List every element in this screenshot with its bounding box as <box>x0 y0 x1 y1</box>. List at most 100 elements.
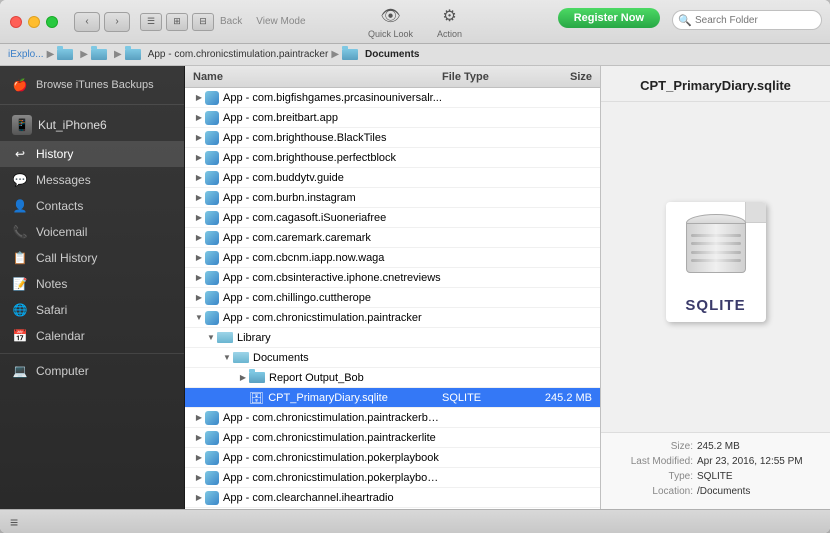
list-view-button[interactable]: ☰ <box>140 13 162 31</box>
breadcrumb-level1[interactable] <box>57 49 77 60</box>
table-row[interactable]: ▶ App - com.burbn.instagram <box>185 188 600 208</box>
call-history-icon: 📋 <box>12 250 28 266</box>
column-view-button[interactable]: ⊞ <box>166 13 188 31</box>
table-row[interactable]: ▶ App - com.brighthouse.BlackTiles <box>185 128 600 148</box>
traffic-lights <box>10 16 58 28</box>
search-box: 🔍 <box>672 10 822 30</box>
table-row[interactable]: ▶ App - com.clearchannel.iheartradio <box>185 488 600 508</box>
app-icon <box>205 211 219 225</box>
breadcrumb-iexplorer[interactable]: iExplo... <box>8 49 44 60</box>
file-name: App - com.chronicstimulation.paintracker… <box>223 432 442 444</box>
table-row[interactable]: ▶ App - com.breitbart.app <box>185 108 600 128</box>
expand-arrow[interactable]: ▶ <box>237 372 249 384</box>
expand-arrow[interactable]: ▶ <box>193 172 205 184</box>
table-row[interactable]: ▶ App - com.cbsinteractive.iphone.cnetre… <box>185 268 600 288</box>
table-row[interactable]: ▶ App - com.chronicstimulation.pokerplay… <box>185 448 600 468</box>
expand-arrow <box>237 392 249 404</box>
expand-arrow[interactable]: ▶ <box>193 92 205 104</box>
sidebar-item-call-history[interactable]: 📋 Call History <box>0 245 184 271</box>
minimize-button[interactable] <box>28 16 40 28</box>
table-row[interactable]: 🗄 CPT_PrimaryDiary.sqlite SQLITE 245.2 M… <box>185 388 600 408</box>
table-row[interactable]: ▶ App - com.brighthouse.perfectblock <box>185 148 600 168</box>
table-row[interactable]: ▶ App - com.buddytv.guide <box>185 168 600 188</box>
expand-arrow[interactable]: ▶ <box>193 232 205 244</box>
expand-arrow[interactable]: ▶ <box>193 472 205 484</box>
breadcrumb-documents[interactable]: Documents <box>342 49 419 60</box>
expand-arrow[interactable]: ▼ <box>221 352 233 364</box>
meta-type-row: Type: SQLITE <box>613 471 818 482</box>
menu-icon[interactable]: ≡ <box>10 514 18 530</box>
quick-look-button[interactable]: 👁 Quick Look <box>368 5 413 39</box>
close-button[interactable] <box>10 16 22 28</box>
sidebar-item-notes[interactable]: 📝 Notes <box>0 271 184 297</box>
expand-arrow[interactable]: ▶ <box>193 492 205 504</box>
table-row[interactable]: ▶ App - com.chronicstimulation.paintrack… <box>185 408 600 428</box>
expand-arrow[interactable]: ▶ <box>193 412 205 424</box>
table-row[interactable]: ▶ App - com.chronicstimulation.paintrack… <box>185 428 600 448</box>
forward-button[interactable]: › <box>104 12 130 32</box>
sidebar-item-history[interactable]: ↩ History <box>0 141 184 167</box>
sidebar-item-safari[interactable]: 🌐 Safari <box>0 297 184 323</box>
file-area: Name File Type Size ▶ App - com.bigfishg… <box>185 66 600 509</box>
file-name: App - com.buddytv.guide <box>223 172 442 184</box>
titlebar: ‹ › ☰ ⊞ ⊟ Back View Mode 👁 Quick Look ⚙ … <box>0 0 830 44</box>
preview-panel: CPT_PrimaryDiary.sqlite <box>600 66 830 509</box>
expand-arrow[interactable]: ▶ <box>193 112 205 124</box>
action-button[interactable]: ⚙ Action <box>437 5 462 39</box>
expand-arrow[interactable]: ▶ <box>193 292 205 304</box>
maximize-button[interactable] <box>46 16 58 28</box>
icon-view-button[interactable]: ⊟ <box>192 13 214 31</box>
breadcrumb-sep-4: ▶ <box>331 49 339 60</box>
voicemail-icon: 📞 <box>12 224 28 240</box>
table-row[interactable]: ▶ App - com.cagasoft.iSuoneriafree <box>185 208 600 228</box>
expand-arrow[interactable]: ▼ <box>205 332 217 344</box>
table-row[interactable]: ▶ Report Output_Bob <box>185 368 600 388</box>
expand-arrow[interactable]: ▶ <box>193 432 205 444</box>
app-icon <box>205 471 219 485</box>
sidebar-item-contacts[interactable]: 👤 Contacts <box>0 193 184 219</box>
sidebar-contacts-label: Contacts <box>36 199 83 213</box>
browse-icon: 🍎 <box>12 77 28 93</box>
app-icon <box>205 271 219 285</box>
breadcrumb-level2[interactable] <box>91 49 111 60</box>
expand-arrow[interactable]: ▶ <box>193 152 205 164</box>
expand-arrow[interactable]: ▶ <box>193 212 205 224</box>
preview-icon-area: SQLITE <box>601 102 830 432</box>
device-icon: 📱 <box>12 115 32 135</box>
expand-arrow[interactable]: ▶ <box>193 272 205 284</box>
expand-arrow[interactable]: ▶ <box>193 192 205 204</box>
table-row[interactable]: ▶ App - com.caremark.caremark <box>185 228 600 248</box>
sidebar-item-voicemail[interactable]: 📞 Voicemail <box>0 219 184 245</box>
sidebar-computer-label: Computer <box>36 364 89 378</box>
sidebar-call-history-label: Call History <box>36 251 97 265</box>
sidebar-item-messages[interactable]: 💬 Messages <box>0 167 184 193</box>
table-row[interactable]: ▼ App - com.chronicstimulation.paintrack… <box>185 308 600 328</box>
table-row[interactable]: ▶ App - com.chronicstimulation.pokerplay… <box>185 468 600 488</box>
quick-look-label: Quick Look <box>368 29 413 39</box>
register-button[interactable]: Register Now <box>558 8 660 28</box>
back-button[interactable]: ‹ <box>74 12 100 32</box>
table-row[interactable]: ▶ App - com.chillingo.cuttherope <box>185 288 600 308</box>
search-input[interactable] <box>672 10 822 30</box>
meta-size-row: Size: 245.2 MB <box>613 441 818 452</box>
view-mode-label: View Mode <box>256 16 305 27</box>
app-icon <box>205 411 219 425</box>
breadcrumb-app[interactable]: App - com.chronicstimulation.paintracker <box>125 49 329 60</box>
expand-arrow[interactable]: ▶ <box>193 132 205 144</box>
table-row[interactable]: ▶ App - com.cbcnm.iapp.now.waga <box>185 248 600 268</box>
expand-arrow[interactable]: ▼ <box>193 312 205 324</box>
sidebar-item-browse[interactable]: 🍎 Browse iTunes Backups <box>0 72 184 98</box>
sidebar-divider-2 <box>0 353 184 354</box>
history-icon: ↩ <box>12 146 28 162</box>
table-row[interactable]: ▶ App - com.bigfishgames.prcasinounivers… <box>185 88 600 108</box>
table-row[interactable]: ▼ Documents <box>185 348 600 368</box>
sidebar-item-computer[interactable]: 💻 Computer <box>0 358 184 384</box>
file-name: App - com.chronicstimulation.pokerplaybo… <box>223 472 442 484</box>
sidebar-item-calendar[interactable]: 📅 Calendar <box>0 323 184 349</box>
expand-arrow[interactable]: ▶ <box>193 452 205 464</box>
expand-arrow[interactable]: ▶ <box>193 252 205 264</box>
file-name: App - com.clearchannel.iheartradio <box>223 492 442 504</box>
file-size: 245.2 MB <box>522 392 592 404</box>
file-name: App - com.cbcnm.iapp.now.waga <box>223 252 442 264</box>
table-row[interactable]: ▼ Library <box>185 328 600 348</box>
